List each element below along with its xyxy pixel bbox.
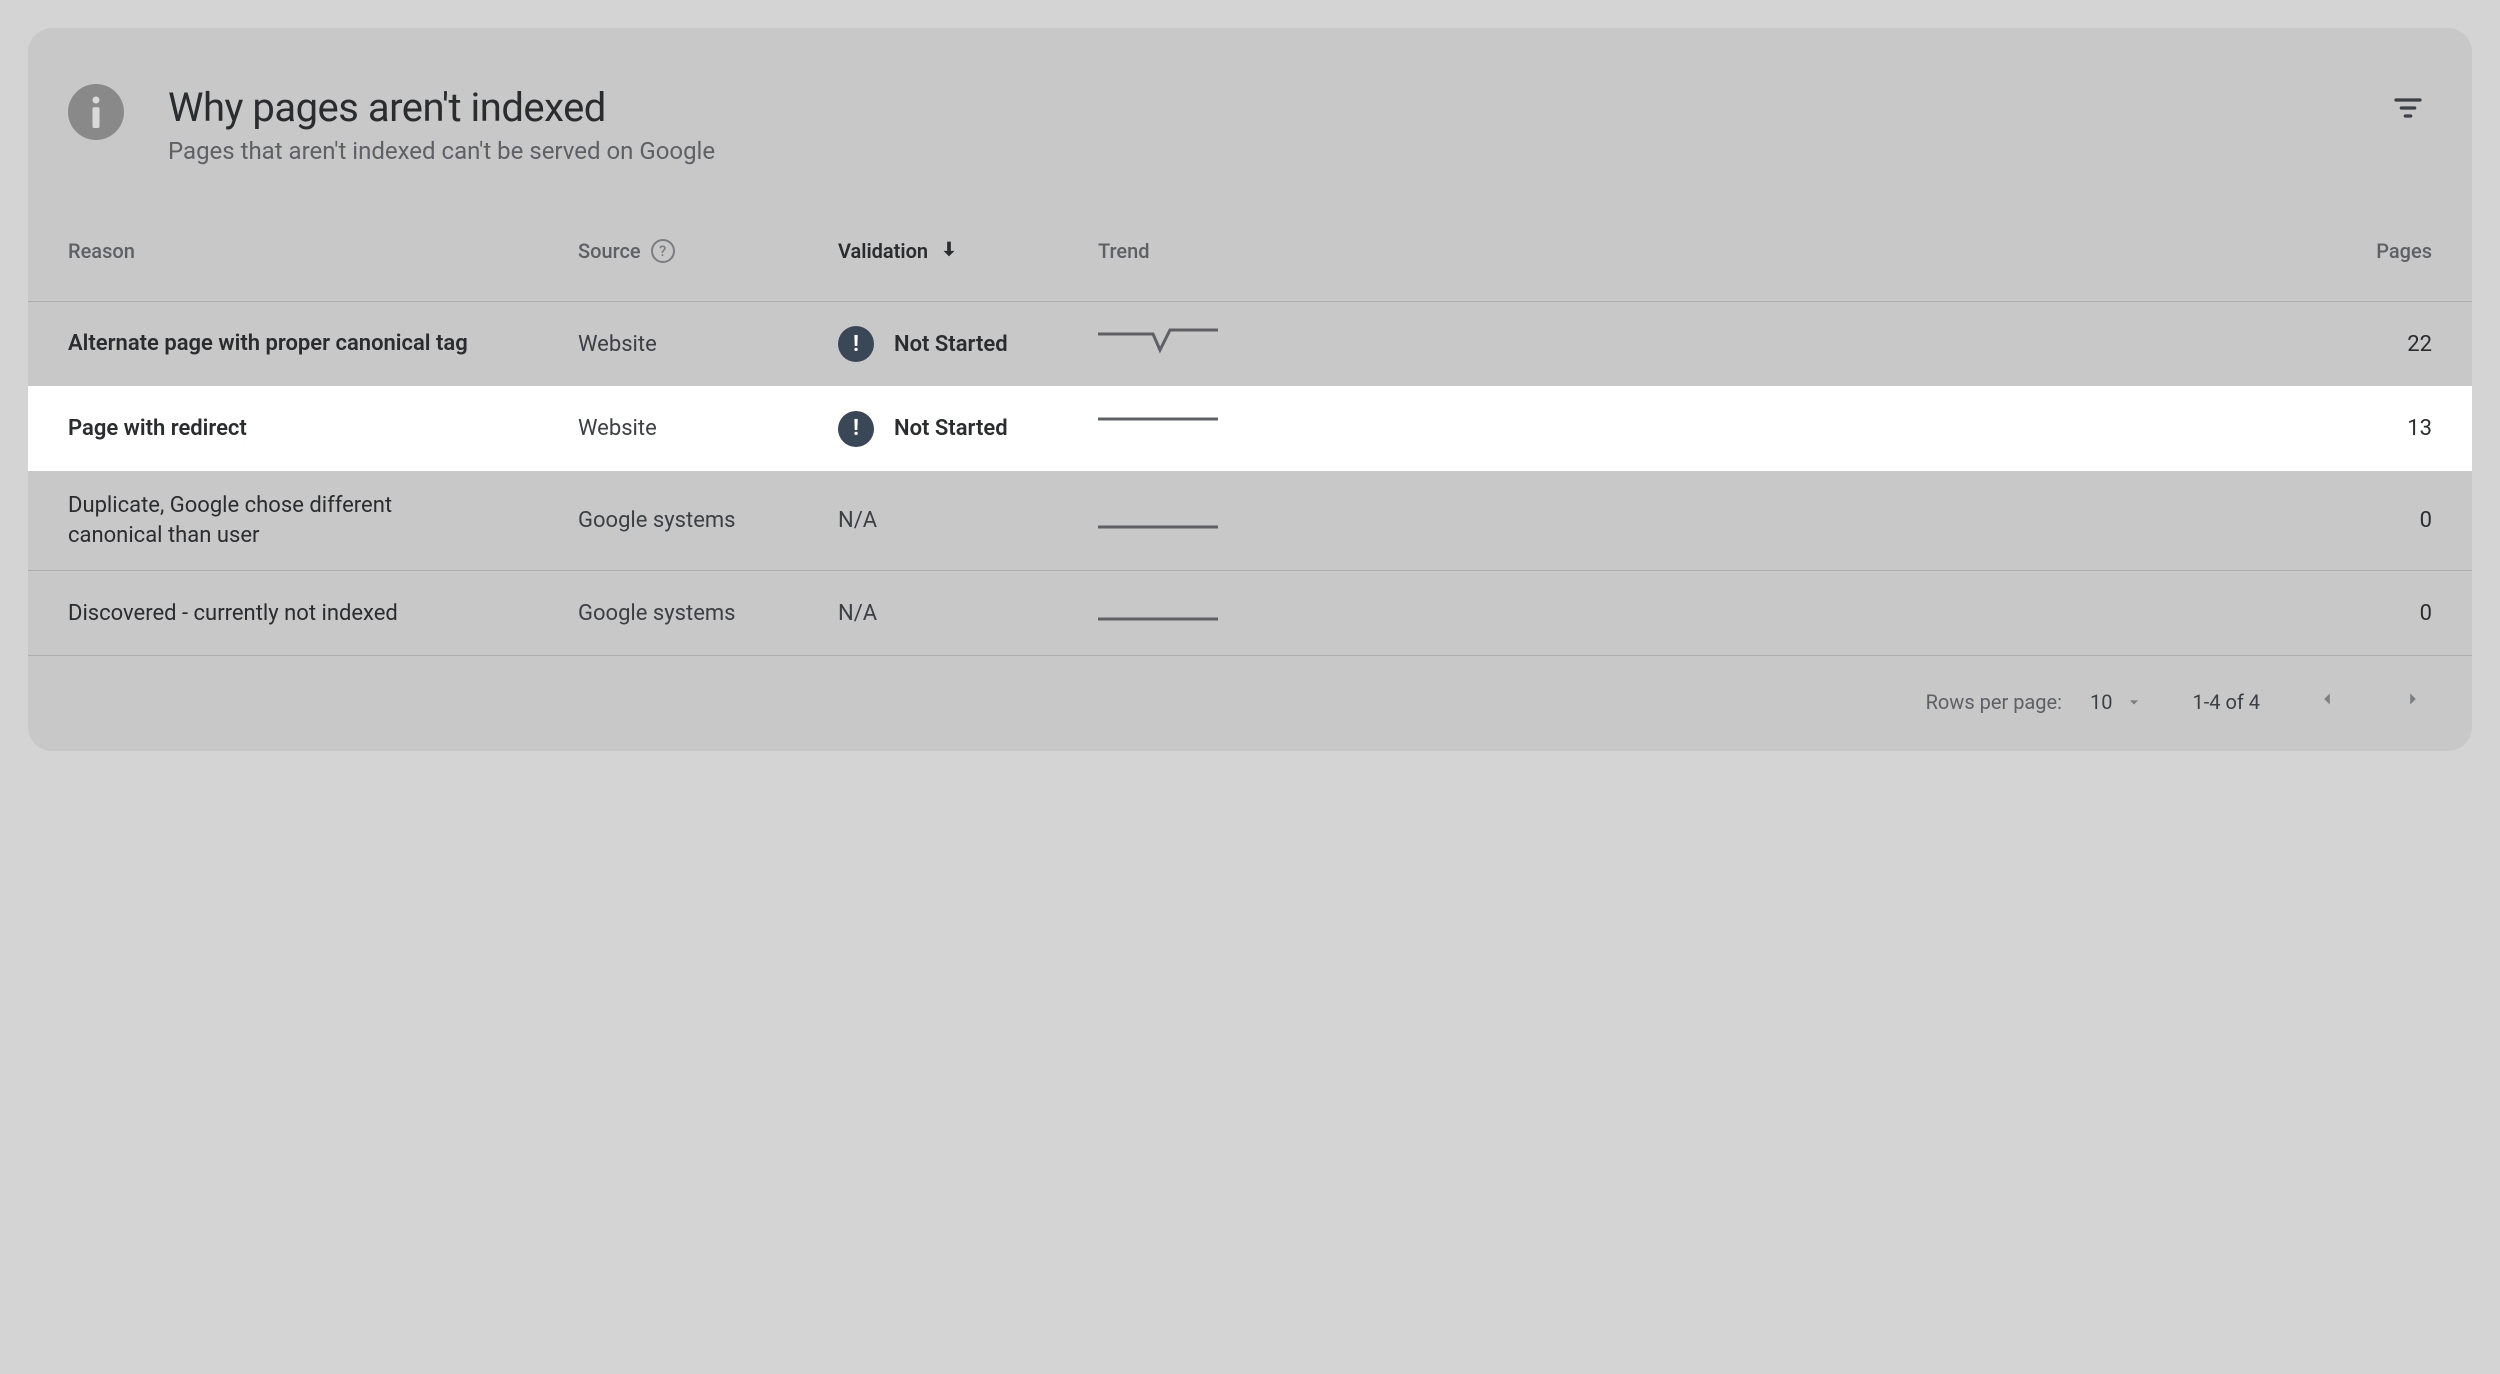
trend-sparkline xyxy=(1098,326,1218,362)
prev-page-button[interactable] xyxy=(2308,680,2346,723)
validation-label: N/A xyxy=(838,508,877,533)
trend-sparkline xyxy=(1098,595,1218,631)
reason-cell: Alternate page with proper canonical tag xyxy=(68,329,468,359)
reason-cell: Page with redirect xyxy=(68,414,468,444)
validation-label: N/A xyxy=(838,601,877,626)
pagination-range: 1-4 of 4 xyxy=(2192,690,2260,714)
trend-sparkline xyxy=(1098,411,1218,447)
col-trend-label: Trend xyxy=(1098,239,1150,263)
reason-cell: Duplicate, Google chose different canoni… xyxy=(68,491,468,550)
rows-per-page-select[interactable]: 10 xyxy=(2090,690,2144,714)
validation-cell: N/A xyxy=(838,508,1098,533)
col-reason-label: Reason xyxy=(68,239,135,263)
warning-icon: ! xyxy=(838,326,874,362)
table-row[interactable]: Page with redirect Website! Not Started 13 xyxy=(28,386,2472,471)
col-trend[interactable]: Trend xyxy=(1098,239,1298,263)
rows-per-page: Rows per page: 10 xyxy=(1926,690,2145,714)
rows-per-page-label: Rows per page: xyxy=(1926,690,2062,714)
source-cell: Google systems xyxy=(578,601,838,626)
info-icon xyxy=(68,84,124,140)
pages-cell: 22 xyxy=(1298,332,2432,357)
source-cell: Google systems xyxy=(578,508,838,533)
chevron-down-icon xyxy=(2124,692,2144,712)
warning-icon: ! xyxy=(838,411,874,447)
card-subtitle: Pages that aren't indexed can't be serve… xyxy=(168,137,2384,165)
card-title: Why pages aren't indexed xyxy=(168,84,2384,131)
col-validation[interactable]: Validation xyxy=(838,238,1098,265)
indexing-reasons-card: Why pages aren't indexed Pages that aren… xyxy=(28,28,2472,751)
source-cell: Website xyxy=(578,416,838,441)
filter-icon[interactable] xyxy=(2384,84,2432,136)
validation-label: Not Started xyxy=(894,332,1008,357)
col-validation-label: Validation xyxy=(838,239,928,263)
reason-cell: Discovered - currently not indexed xyxy=(68,599,468,629)
sort-descending-icon xyxy=(938,238,960,265)
card-header: Why pages aren't indexed Pages that aren… xyxy=(28,28,2472,201)
col-source-label: Source xyxy=(578,239,641,263)
table-row[interactable]: Alternate page with proper canonical tag… xyxy=(28,301,2472,386)
col-reason[interactable]: Reason xyxy=(68,239,578,263)
header-text: Why pages aren't indexed Pages that aren… xyxy=(168,84,2384,165)
rows-per-page-value: 10 xyxy=(2090,690,2112,714)
validation-label: Not Started xyxy=(894,416,1008,441)
table-footer: Rows per page: 10 1-4 of 4 xyxy=(28,655,2472,751)
col-pages[interactable]: Pages xyxy=(1298,239,2432,263)
validation-cell: N/A xyxy=(838,601,1098,626)
table-header-row: Reason Source ? Validation Trend Pages xyxy=(28,201,2472,301)
validation-cell: ! Not Started xyxy=(838,411,1098,447)
table-row[interactable]: Discovered - currently not indexed Google… xyxy=(28,570,2472,655)
pages-cell: 0 xyxy=(1298,601,2432,626)
validation-cell: ! Not Started xyxy=(838,326,1098,362)
help-icon[interactable]: ? xyxy=(651,239,675,263)
next-page-button[interactable] xyxy=(2394,680,2432,723)
source-cell: Website xyxy=(578,332,838,357)
col-source[interactable]: Source ? xyxy=(578,239,838,263)
table-row[interactable]: Duplicate, Google chose different canoni… xyxy=(28,471,2472,570)
col-pages-label: Pages xyxy=(2376,239,2432,263)
pages-cell: 0 xyxy=(1298,508,2432,533)
pages-cell: 13 xyxy=(1298,416,2432,441)
trend-sparkline xyxy=(1098,503,1218,539)
